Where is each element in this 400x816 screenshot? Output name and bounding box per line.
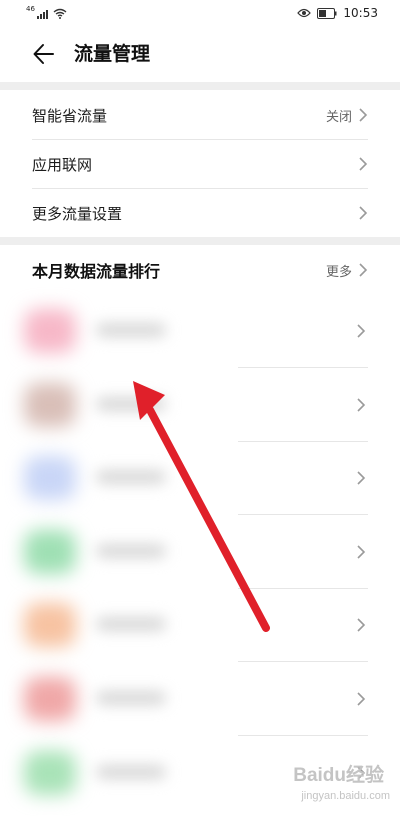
status-right: 10:53 [297,5,378,21]
app-name-blurred [96,544,166,558]
app-name-blurred [96,617,166,631]
app-networking-label: 应用联网 [32,155,93,174]
ranking-more-label: 更多 [325,264,352,280]
chevron-right-icon [357,545,366,559]
app-icon [24,677,76,721]
app-icon [24,456,76,500]
monthly-ranking-header: 本月数据流量排行 更多 [32,246,368,294]
eye-comfort-icon [297,8,312,18]
more-data-settings-row[interactable]: 更多流量设置 [32,189,368,237]
app-networking-row[interactable]: 应用联网 [32,140,368,188]
app-name-blurred [96,691,166,705]
status-time: 10:53 [343,6,378,20]
monthly-ranking-title: 本月数据流量排行 [32,262,161,281]
ranking-more-link[interactable]: 更多 [326,261,368,280]
row-divider [238,735,368,736]
smart-data-saver-value: 关闭 [325,109,352,125]
app-header: 流量管理 [0,26,400,82]
signal-icon [36,9,48,19]
chevron-right-icon [357,324,366,338]
battery-icon [317,7,337,19]
watermark-brand: Baidu经验 [293,765,384,786]
chevron-right-icon [357,692,366,706]
chevron-right-icon [357,471,366,485]
app-ranking-row[interactable] [0,516,400,589]
signal-badge: 46 [26,5,35,13]
watermark-domain: jingyan.baidu.com [301,790,390,802]
app-icon [24,530,76,574]
wifi-icon [53,8,67,19]
app-name-blurred [96,323,166,337]
app-name-blurred [96,397,166,411]
app-ranking-row[interactable] [0,369,400,442]
chevron-right-icon [357,618,366,632]
chevron-right-icon [359,108,368,122]
app-name-blurred [96,765,166,779]
app-ranking-row[interactable] [0,295,400,368]
app-icon [24,383,76,427]
status-left: 46 [26,5,67,20]
chevron-right-icon [357,398,366,412]
app-ranking-row[interactable] [0,442,400,515]
chevron-right-icon [359,157,368,171]
section-divider [0,82,400,90]
back-button[interactable] [30,40,58,68]
smart-data-saver-label: 智能省流量 [32,106,108,125]
app-name-blurred [96,470,166,484]
page-title: 流量管理 [74,43,151,65]
status-bar: 46 10:53 [0,0,400,26]
app-ranking-row[interactable] [0,663,400,736]
arrow-left-icon [33,44,54,64]
app-icon [24,603,76,647]
baidu-watermark: Baidu经验 jingyan.baidu.com [264,760,392,812]
more-data-settings-label: 更多流量设置 [32,204,123,223]
app-ranking-row[interactable] [0,589,400,662]
row-divider [238,367,368,368]
app-icon [24,309,76,353]
smart-data-saver-row[interactable]: 智能省流量 关闭 [32,91,368,139]
row-divider [238,661,368,662]
app-icon [24,751,76,795]
chevron-right-icon [359,263,368,277]
row-divider [238,514,368,515]
section-divider [0,237,400,245]
chevron-right-icon [359,206,368,220]
